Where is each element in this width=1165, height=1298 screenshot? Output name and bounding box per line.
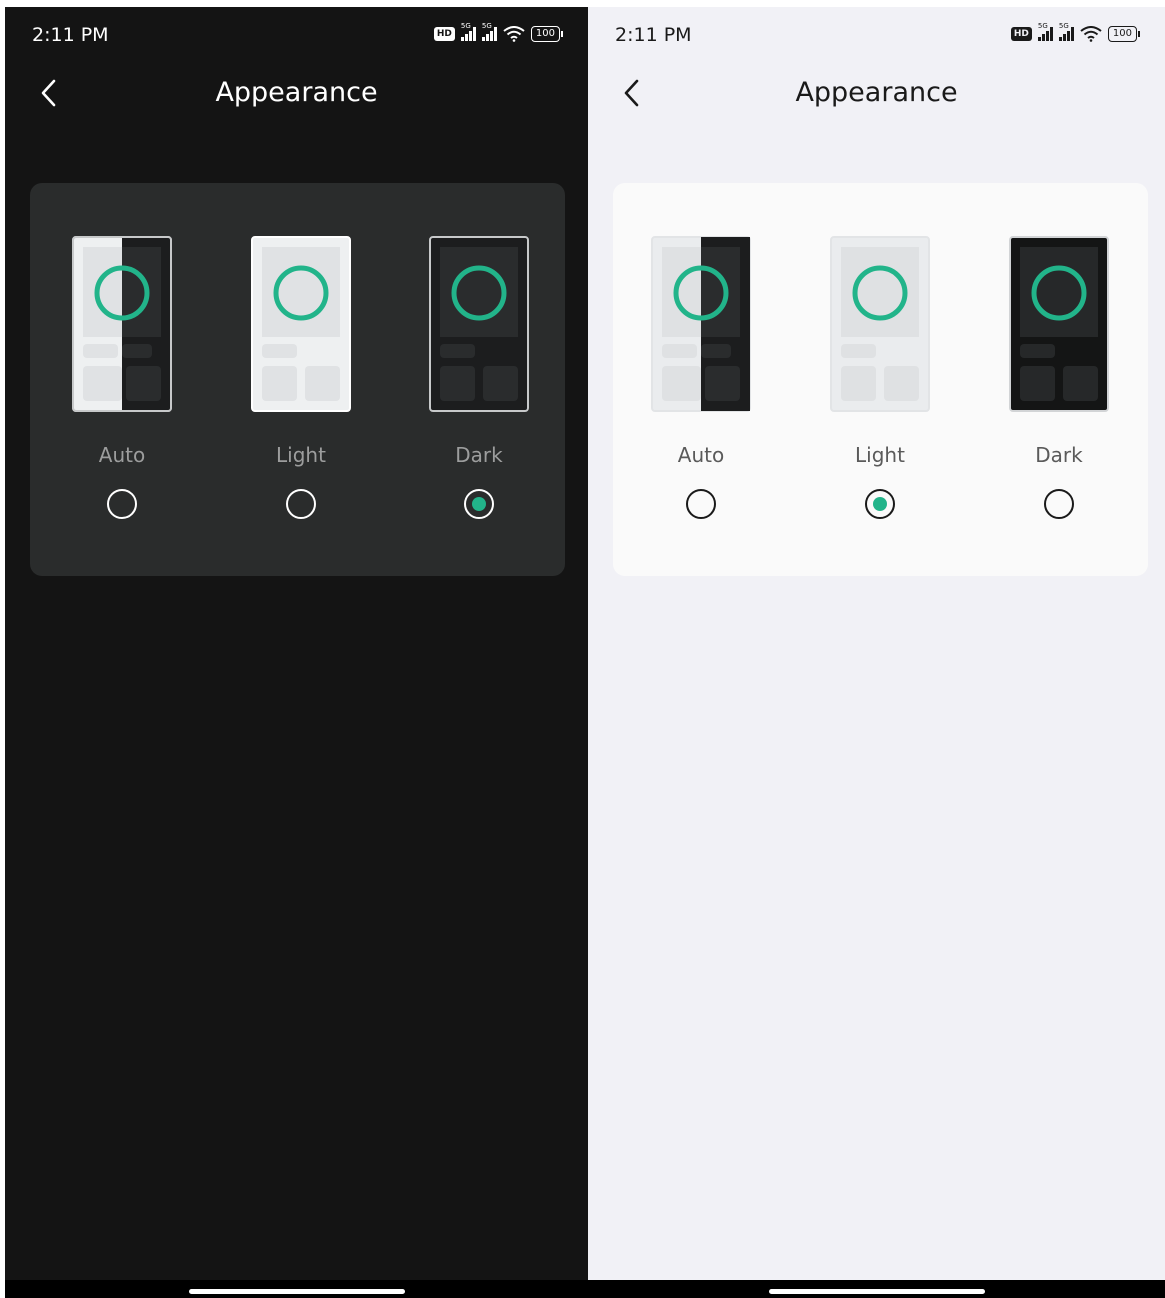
signal-5g-icon: 5G: [1037, 22, 1053, 41]
status-bar: 2:11 PM HD 5G 5G 100: [588, 7, 1165, 65]
home-indicator[interactable]: [768, 1289, 985, 1294]
appearance-option-dark[interactable]: Dark: [999, 183, 1119, 576]
auto-theme-preview-icon: [651, 236, 751, 412]
option-label: Dark: [1035, 443, 1083, 467]
light-mode-screen: 2:11 PM HD 5G 5G 100 Appearance Auto Lig…: [588, 7, 1165, 1298]
home-indicator[interactable]: [188, 1289, 405, 1294]
light-theme-preview-icon: [251, 236, 351, 412]
signal-5g-icon: 5G: [1058, 22, 1074, 41]
appearance-option-auto[interactable]: Auto: [62, 183, 182, 576]
status-time: 2:11 PM: [32, 24, 109, 46]
auto-theme-preview-icon: [72, 236, 172, 412]
status-icons: HD 5G 5G 100: [433, 22, 564, 42]
option-label: Light: [276, 443, 326, 467]
page-title: Appearance: [215, 77, 378, 108]
option-label: Light: [855, 443, 905, 467]
comparison-canvas: 2:11 PM HD 5G 5G 100 Appearance Auto Lig…: [0, 0, 1165, 1298]
signal-label: 5G: [460, 22, 471, 30]
radio-button-selected[interactable]: [464, 489, 494, 519]
option-label: Auto: [98, 443, 146, 467]
signal-label: 5G: [1037, 22, 1048, 30]
dark-theme-preview-icon: [429, 236, 529, 412]
status-bar: 2:11 PM HD 5G 5G 100: [5, 7, 588, 65]
hd-icon: HD: [1010, 27, 1032, 41]
home-indicator-area: [588, 1280, 1165, 1298]
wifi-icon: [1080, 26, 1102, 42]
signal-5g-icon: 5G: [460, 22, 476, 41]
hd-icon: HD: [433, 27, 455, 41]
navigation-bar: Appearance: [5, 67, 588, 119]
battery-icon: 100: [1107, 26, 1141, 42]
dark-mode-screen: 2:11 PM HD 5G 5G 100 Appearance Auto Lig…: [5, 7, 588, 1298]
signal-5g-icon: 5G: [481, 22, 497, 41]
signal-label: 5G: [481, 22, 492, 30]
option-label: Auto: [677, 443, 725, 467]
option-label: Dark: [455, 443, 503, 467]
wifi-icon: [503, 26, 525, 42]
radio-button[interactable]: [1044, 489, 1074, 519]
appearance-option-light[interactable]: Light: [820, 183, 940, 576]
battery-icon: 100: [530, 26, 564, 42]
radio-button-selected[interactable]: [865, 489, 895, 519]
home-indicator-area: [5, 1280, 588, 1298]
radio-button[interactable]: [107, 489, 137, 519]
appearance-option-dark[interactable]: Dark: [419, 183, 539, 576]
appearance-options-card: Auto Light Dark: [613, 183, 1148, 576]
radio-button[interactable]: [686, 489, 716, 519]
page-title: Appearance: [795, 77, 958, 108]
appearance-option-light[interactable]: Light: [241, 183, 361, 576]
appearance-options-card: Auto Light Dark: [30, 183, 565, 576]
appearance-option-auto[interactable]: Auto: [641, 183, 761, 576]
dark-theme-preview-icon: [1009, 236, 1109, 412]
status-icons: HD 5G 5G 100: [1010, 22, 1141, 42]
light-theme-preview-icon: [830, 236, 930, 412]
status-time: 2:11 PM: [615, 24, 692, 46]
signal-label: 5G: [1058, 22, 1069, 30]
navigation-bar: Appearance: [588, 67, 1165, 119]
radio-button[interactable]: [286, 489, 316, 519]
